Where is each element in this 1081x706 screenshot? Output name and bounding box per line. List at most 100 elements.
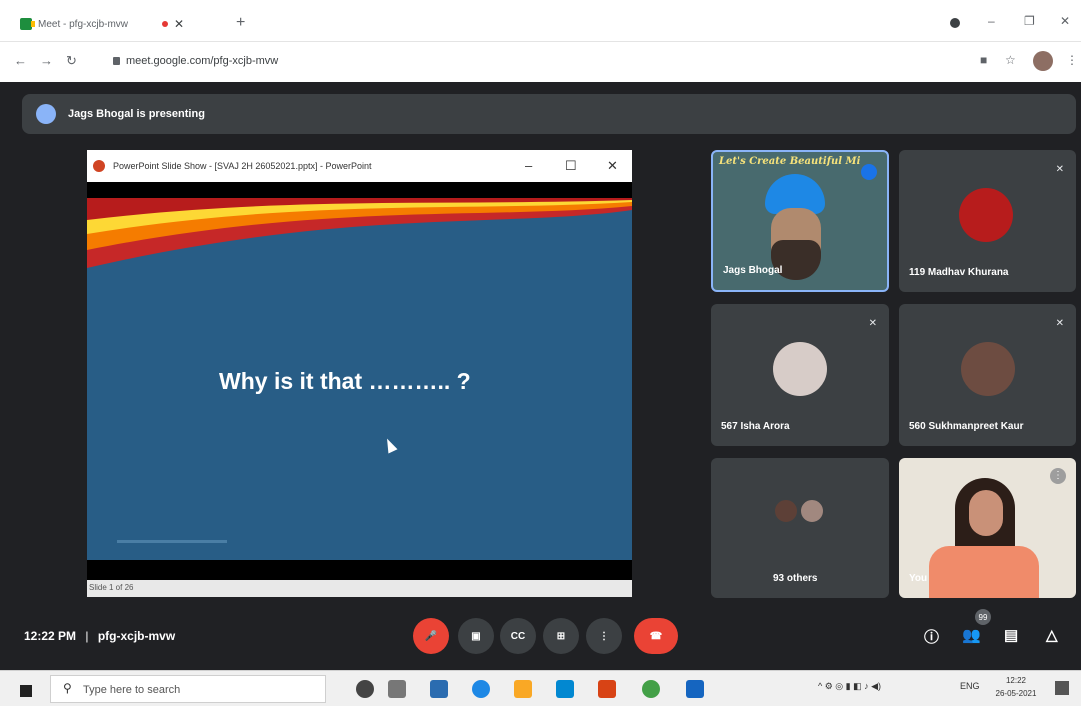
participant-tile-jags-bhogal[interactable]: Let's Create Beautiful Mi Jags Bhogal bbox=[711, 150, 889, 292]
more-menu-icon[interactable]: ⋮ bbox=[1066, 53, 1078, 67]
profile-indicator-icon[interactable] bbox=[950, 18, 960, 28]
presenting-text: Jags Bhogal is presenting bbox=[68, 108, 205, 120]
taskbar-search-box[interactable]: ⚲ Type here to search bbox=[50, 675, 326, 703]
participant-tile-isha-arora[interactable]: ✕ 567 Isha Arora bbox=[711, 304, 889, 446]
powerpoint-icon bbox=[93, 160, 105, 172]
screen: Meet - pfg-xcjb-mvw ✕ + – ❐ ✕ ← → ↻ meet… bbox=[0, 0, 1081, 706]
edge-icon[interactable] bbox=[472, 680, 490, 698]
people-count-badge: 99 bbox=[975, 609, 991, 625]
meet-window: Jags Bhogal is presenting PowerPoint Sli… bbox=[0, 82, 1081, 670]
chrome-profile-avatar[interactable] bbox=[1033, 51, 1053, 71]
participant-name: 560 Sukhmanpreet Kaur bbox=[909, 421, 1024, 432]
mail-icon[interactable] bbox=[430, 680, 448, 698]
mic-off-icon: 🎤 bbox=[424, 630, 438, 642]
notification-center-icon[interactable] bbox=[1055, 681, 1069, 695]
file-explorer-icon[interactable] bbox=[514, 680, 532, 698]
task-view-icon[interactable] bbox=[388, 680, 406, 698]
slide-swoosh-decoration bbox=[87, 198, 632, 268]
slide: Why is it that ……….. ? bbox=[87, 198, 632, 560]
recording-indicator-icon bbox=[162, 21, 168, 27]
minimize-button[interactable]: – bbox=[988, 14, 995, 28]
more-vert-icon: ⋮ bbox=[599, 630, 609, 642]
others-count: 93 others bbox=[773, 573, 818, 584]
word-icon[interactable] bbox=[686, 680, 704, 698]
browser-tab-strip: Meet - pfg-xcjb-mvw ✕ + – ❐ ✕ bbox=[0, 0, 1081, 42]
bookmark-star-icon[interactable]: ☆ bbox=[1005, 53, 1016, 67]
ppt-minimize-icon: – bbox=[525, 158, 533, 173]
search-icon: ⚲ bbox=[63, 681, 72, 695]
taskbar-clock[interactable]: 12:22 26-05-2021 bbox=[994, 674, 1038, 700]
present-icon: ⊞ bbox=[556, 630, 566, 642]
cortana-icon[interactable] bbox=[356, 680, 374, 698]
system-tray-icons[interactable]: ^ ⚙ ◎ ▮ ◧ ♪ ◀) bbox=[818, 681, 881, 692]
slide-counter: Slide 1 of 26 bbox=[89, 583, 134, 592]
avatar bbox=[961, 342, 1015, 396]
present-button[interactable]: ⊞ bbox=[543, 618, 579, 654]
participant-name: 119 Madhav Khurana bbox=[909, 267, 1009, 278]
leave-call-button[interactable]: ☎ bbox=[634, 618, 678, 654]
lock-icon[interactable] bbox=[113, 57, 120, 65]
powerpoint-taskbar-icon[interactable] bbox=[598, 680, 616, 698]
tab-title: Meet - pfg-xcjb-mvw bbox=[38, 18, 129, 30]
camera-toggle-button[interactable]: ▣ bbox=[458, 618, 494, 654]
participant-tile-sukhmanpreet-kaur[interactable]: ✕ 560 Sukhmanpreet Kaur bbox=[899, 304, 1076, 446]
captions-icon: CC bbox=[510, 630, 526, 642]
camera-icon: ▣ bbox=[471, 630, 481, 642]
powerpoint-titlebar: PowerPoint Slide Show - [SVAJ 2H 2605202… bbox=[87, 150, 632, 182]
avatar bbox=[959, 188, 1013, 242]
chat-icon[interactable]: ▤ bbox=[1004, 626, 1018, 644]
participant-tile-self[interactable]: ⋮ You bbox=[899, 458, 1076, 598]
tab-close-icon[interactable]: ✕ bbox=[174, 17, 184, 31]
video-banner-text: Let's Create Beautiful Mi bbox=[719, 156, 861, 167]
chrome-icon[interactable] bbox=[642, 680, 660, 698]
meeting-details: 12:22 PM | pfg-xcjb-mvw bbox=[24, 629, 175, 643]
more-options-icon[interactable]: ⋮ bbox=[1050, 468, 1066, 484]
mic-off-icon: ✕ bbox=[1055, 164, 1064, 175]
clock-time: 12:22 bbox=[1005, 676, 1027, 685]
captions-button[interactable]: CC bbox=[500, 618, 536, 654]
back-arrow-icon[interactable]: ← bbox=[14, 53, 27, 68]
avatar bbox=[799, 498, 825, 524]
new-tab-button[interactable]: + bbox=[236, 14, 245, 32]
shared-screen[interactable]: PowerPoint Slide Show - [SVAJ 2H 2605202… bbox=[87, 150, 632, 597]
avatar bbox=[773, 498, 799, 524]
camera-icon[interactable]: ■ bbox=[980, 53, 987, 67]
ppt-maximize-icon: ☐ bbox=[565, 158, 577, 173]
store-icon[interactable] bbox=[556, 680, 574, 698]
powerpoint-status-bar: Slide 1 of 26 bbox=[87, 580, 632, 597]
mic-off-icon: ✕ bbox=[1055, 318, 1064, 329]
slide-footer bbox=[117, 540, 227, 543]
meeting-info-icon[interactable]: ⓘ bbox=[924, 626, 939, 647]
close-window-button[interactable]: ✕ bbox=[1060, 14, 1070, 28]
participant-tile-madhav-khurana[interactable]: ✕ 119 Madhav Khurana bbox=[899, 150, 1076, 292]
hang-up-icon: ☎ bbox=[649, 630, 663, 642]
participant-name: You bbox=[909, 573, 928, 584]
search-placeholder: Type here to search bbox=[83, 684, 181, 696]
mic-off-icon: ✕ bbox=[868, 318, 877, 329]
url-field[interactable]: meet.google.com/pfg-xcjb-mvw bbox=[126, 55, 278, 67]
self-video-face bbox=[969, 490, 1003, 536]
activities-icon[interactable]: △ bbox=[1046, 626, 1058, 644]
forward-arrow-icon[interactable]: → bbox=[40, 53, 53, 68]
meeting-separator: | bbox=[85, 629, 89, 643]
people-icon[interactable]: 👥 bbox=[962, 626, 981, 644]
more-options-button[interactable]: ⋮ bbox=[586, 618, 622, 654]
maximize-button[interactable]: ❐ bbox=[1024, 14, 1035, 28]
participant-tile-others[interactable]: 93 others bbox=[711, 458, 889, 598]
meet-favicon-icon bbox=[20, 18, 35, 30]
mic-toggle-button[interactable]: 🎤 bbox=[413, 618, 449, 654]
browser-tab-meet[interactable]: Meet - pfg-xcjb-mvw ✕ bbox=[20, 10, 238, 38]
windows-taskbar: ⚲ Type here to search ^ ⚙ ◎ ▮ ◧ ♪ ◀) ENG… bbox=[0, 670, 1081, 706]
reload-icon[interactable]: ↻ bbox=[66, 53, 77, 69]
participant-name: 567 Isha Arora bbox=[721, 421, 790, 432]
self-video-body bbox=[929, 546, 1039, 598]
participant-name: Jags Bhogal bbox=[723, 265, 783, 276]
meeting-time: 12:22 PM bbox=[24, 629, 77, 643]
presenter-avatar bbox=[36, 104, 56, 124]
windows-start-icon[interactable] bbox=[20, 685, 32, 697]
ppt-close-icon: ✕ bbox=[607, 158, 618, 173]
clock-date: 26-05-2021 bbox=[995, 689, 1037, 698]
powerpoint-window-title: PowerPoint Slide Show - [SVAJ 2H 2605202… bbox=[113, 161, 372, 171]
slide-heading: Why is it that ……….. ? bbox=[219, 368, 471, 394]
language-indicator[interactable]: ENG bbox=[960, 681, 980, 691]
